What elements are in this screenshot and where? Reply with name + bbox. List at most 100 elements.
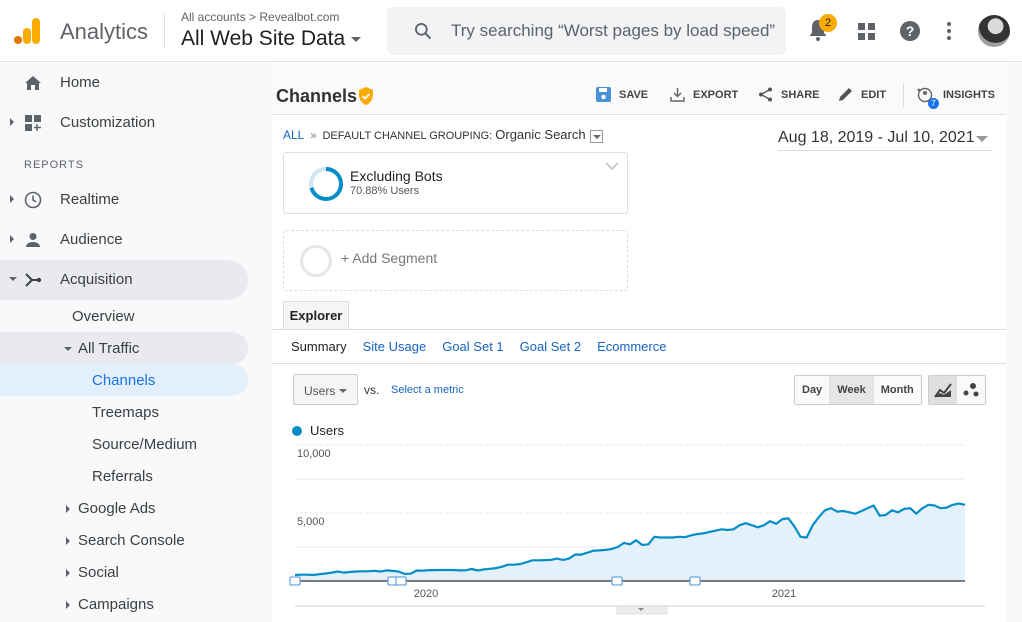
caret-right-icon bbox=[10, 235, 14, 243]
chevron-down-icon[interactable] bbox=[605, 161, 619, 171]
avatar[interactable] bbox=[978, 15, 1010, 47]
x-tick-label: 2020 bbox=[414, 588, 438, 600]
svg-text:?: ? bbox=[906, 23, 915, 39]
sidebar: Home Customization REPORTS Realtime Audi… bbox=[0, 63, 272, 622]
apps-grid-icon[interactable] bbox=[858, 23, 875, 40]
sidebar-item-label: All Traffic bbox=[78, 340, 140, 357]
annotation-marker-icon bbox=[395, 576, 407, 586]
breadcrumb-grouping: DEFAULT CHANNEL GROUPING: bbox=[322, 130, 493, 142]
sidebar-item-label: Treemaps bbox=[92, 404, 159, 421]
subtab-goal-set-2[interactable]: Goal Set 2 bbox=[520, 339, 581, 354]
help-icon[interactable]: ? bbox=[900, 21, 920, 41]
add-segment-button[interactable]: + Add Segment bbox=[283, 230, 628, 291]
sidebar-item-label: Overview bbox=[72, 308, 135, 325]
scatter-chart-icon bbox=[963, 383, 979, 397]
day-button[interactable]: Day bbox=[795, 376, 830, 404]
sidebar-item-acquisition[interactable]: Acquisition bbox=[0, 260, 248, 300]
analytics-logo-icon[interactable] bbox=[14, 16, 42, 46]
subtab-goal-set-1[interactable]: Goal Set 1 bbox=[442, 339, 503, 354]
motion-chart-button[interactable] bbox=[957, 376, 985, 404]
subtab-site-usage[interactable]: Site Usage bbox=[363, 339, 427, 354]
metric-select[interactable]: Users bbox=[293, 374, 358, 405]
export-button[interactable]: EXPORT bbox=[670, 87, 738, 102]
sidebar-item-label: Search Console bbox=[78, 532, 185, 549]
save-label: SAVE bbox=[619, 88, 649, 101]
sidebar-item-label: Campaigns bbox=[78, 596, 154, 613]
verified-shield-icon bbox=[359, 87, 373, 105]
sidebar-item-campaigns[interactable]: Campaigns bbox=[0, 588, 248, 620]
search-icon bbox=[415, 23, 432, 40]
insights-count-badge: 7 bbox=[928, 98, 939, 109]
week-button[interactable]: Week bbox=[829, 376, 873, 404]
subtab-ecommerce[interactable]: Ecommerce bbox=[597, 339, 666, 354]
edit-button[interactable]: EDIT bbox=[838, 87, 886, 102]
property-selector[interactable]: All Web Site Data bbox=[181, 27, 362, 51]
sidebar-item-referrals[interactable]: Referrals bbox=[0, 460, 248, 492]
sidebar-item-channels[interactable]: Channels bbox=[0, 364, 248, 396]
more-vert-icon[interactable] bbox=[946, 21, 952, 41]
save-button[interactable]: SAVE bbox=[596, 87, 648, 102]
caret-right-icon bbox=[66, 537, 70, 545]
acquisition-icon bbox=[25, 273, 42, 287]
sidebar-item-audience[interactable]: Audience bbox=[0, 220, 248, 260]
caret-right-icon bbox=[10, 118, 14, 126]
page-title: Channels bbox=[276, 86, 358, 106]
download-icon bbox=[670, 88, 685, 102]
segment-ring-icon bbox=[309, 167, 343, 201]
share-button[interactable]: SHARE bbox=[758, 87, 820, 102]
sidebar-item-google-ads[interactable]: Google Ads bbox=[0, 492, 248, 524]
breadcrumb-value: Organic Search bbox=[495, 127, 586, 142]
sidebar-item-all-traffic[interactable]: All Traffic bbox=[0, 332, 248, 364]
date-range-label: Aug 18, 2019 - Jul 10, 2021 bbox=[778, 129, 975, 146]
sidebar-item-label: Social bbox=[78, 564, 119, 581]
line-chart-icon bbox=[934, 383, 952, 398]
insights-label: INSIGHTS bbox=[943, 89, 995, 101]
person-icon bbox=[26, 233, 40, 247]
empty-segment-ring-icon bbox=[300, 245, 332, 277]
divider bbox=[272, 329, 1022, 330]
property-name: All Web Site Data bbox=[181, 27, 346, 50]
line-chart-button[interactable] bbox=[929, 376, 957, 404]
sidebar-item-realtime[interactable]: Realtime bbox=[0, 180, 248, 220]
x-tick-label: 2021 bbox=[772, 588, 796, 600]
caret-right-icon bbox=[66, 505, 70, 513]
annotation-marker-icon bbox=[289, 576, 301, 586]
search-input[interactable]: Try searching “Worst pages by load speed… bbox=[387, 7, 786, 55]
home-icon bbox=[25, 76, 41, 90]
sidebar-item-overview[interactable]: Overview bbox=[0, 300, 248, 332]
caret-right-icon bbox=[66, 569, 70, 577]
sidebar-item-search-console[interactable]: Search Console bbox=[0, 524, 248, 556]
subtab-summary[interactable]: Summary bbox=[291, 339, 347, 354]
sidebar-item-label: Acquisition bbox=[60, 271, 133, 288]
date-range-picker[interactable]: Aug 18, 2019 - Jul 10, 2021 bbox=[778, 129, 992, 151]
breadcrumb-all-link[interactable]: ALL bbox=[283, 128, 304, 142]
granularity-toggle: Day Week Month bbox=[794, 375, 922, 405]
sidebar-item-label: Home bbox=[60, 74, 101, 91]
sidebar-item-label: Customization bbox=[60, 114, 156, 131]
select-metric-link[interactable]: Select a metric bbox=[391, 384, 464, 396]
sidebar-item-treemaps[interactable]: Treemaps bbox=[0, 396, 248, 428]
segment-card[interactable]: Excluding Bots 70.88% Users bbox=[283, 152, 628, 214]
sidebar-item-customization[interactable]: Customization bbox=[0, 103, 248, 143]
users-chart[interactable]: 5,000 10,000 2020 2021 bbox=[272, 433, 1022, 622]
segment-name: Excluding Bots bbox=[350, 168, 443, 184]
chevron-down-icon bbox=[976, 136, 988, 142]
breadcrumb-dropdown[interactable] bbox=[589, 129, 603, 143]
notification-badge: 2 bbox=[819, 14, 837, 32]
dashboard-icon bbox=[25, 115, 41, 131]
sidebar-item-home[interactable]: Home bbox=[0, 63, 248, 103]
annotation-marker-icon bbox=[611, 576, 623, 586]
right-gutter bbox=[1006, 63, 1022, 622]
series-area bbox=[295, 503, 965, 581]
sidebar-item-source-medium[interactable]: Source/Medium bbox=[0, 428, 248, 460]
explorer-subtabs: Summary Site Usage Goal Set 1 Goal Set 2… bbox=[291, 339, 666, 354]
caret-right-icon bbox=[10, 195, 14, 203]
reports-section-label: REPORTS bbox=[24, 159, 84, 171]
chart-type-toggle bbox=[928, 375, 986, 405]
sidebar-item-social[interactable]: Social bbox=[0, 556, 248, 588]
tab-explorer[interactable]: Explorer bbox=[283, 301, 349, 330]
divider bbox=[272, 363, 1022, 364]
annotation-marker-icon bbox=[689, 576, 701, 586]
account-breadcrumb[interactable]: All accounts > Revealbot.com bbox=[181, 10, 339, 24]
month-button[interactable]: Month bbox=[872, 376, 921, 404]
